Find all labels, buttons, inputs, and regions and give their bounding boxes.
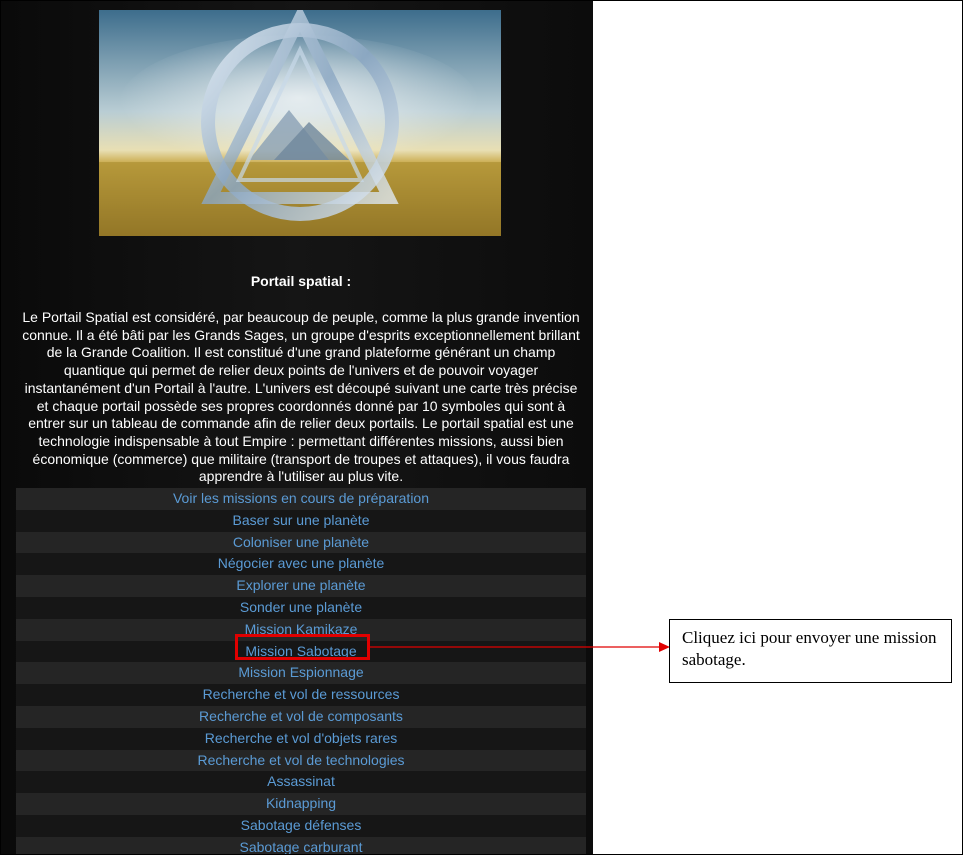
- callout-arrow: [368, 642, 670, 652]
- callout-box: Cliquez ici pour envoyer une mission sab…: [669, 619, 952, 683]
